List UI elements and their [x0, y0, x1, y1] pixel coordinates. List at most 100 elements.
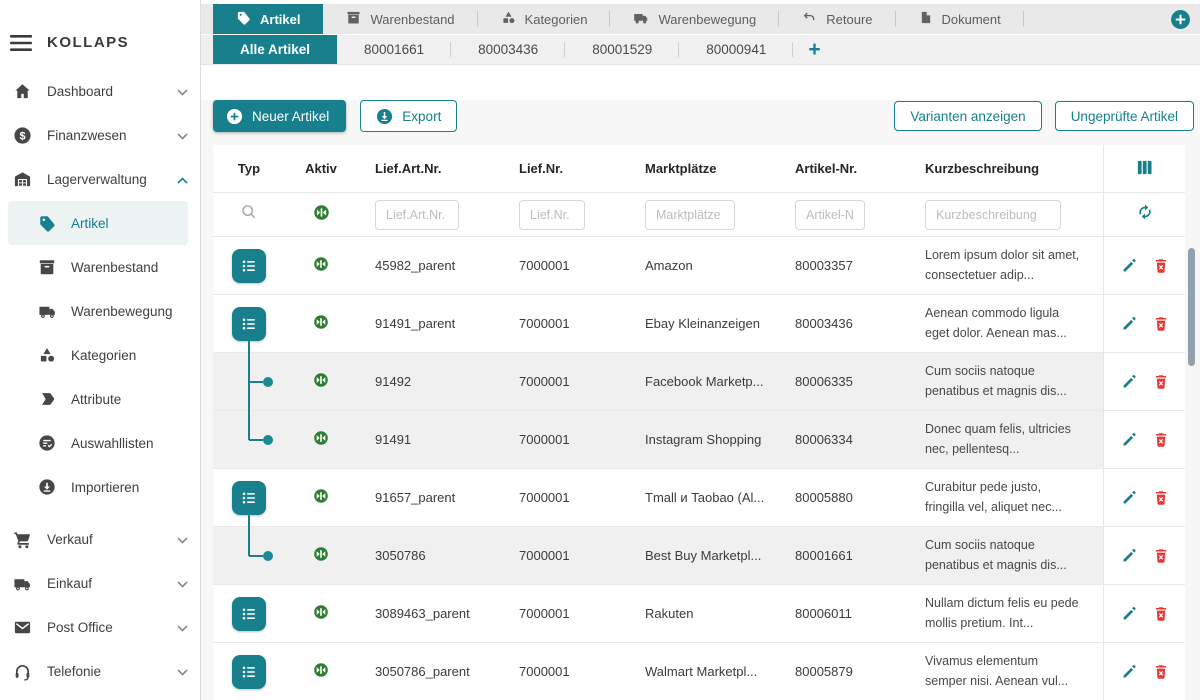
sidebar-item-dashboard[interactable]: Dashboard	[0, 69, 200, 113]
subtab-article[interactable]: 80000941	[679, 35, 793, 64]
table-row[interactable]: 3050786_parent 7000001 Walmart Marketpl.…	[213, 643, 1185, 700]
tag-icon	[36, 214, 58, 232]
column-header-kurzbeschreibung[interactable]: Kurzbeschreibung	[907, 145, 1103, 192]
cell-aktiv	[285, 353, 357, 410]
cell-kurzbeschreibung: Nullam dictum felis eu pede mollis preti…	[907, 585, 1103, 642]
cell-lief-nr: 7000001	[501, 237, 627, 294]
column-header-lief-nr[interactable]: Lief.Nr.	[501, 145, 627, 192]
tab-kategorien[interactable]: Kategorien	[478, 4, 611, 34]
sidebar-item-kategorien[interactable]: Kategorien	[0, 333, 200, 377]
delete-button[interactable]	[1153, 606, 1169, 622]
edit-button[interactable]	[1121, 605, 1138, 622]
column-header-lief-art-nr[interactable]: Lief.Art.Nr.	[357, 145, 501, 192]
subtab-article[interactable]: 80001529	[565, 35, 679, 64]
table-row[interactable]: 91492 7000001 Facebook Marketp... 800063…	[213, 353, 1185, 411]
delete-button[interactable]	[1153, 548, 1169, 564]
article-type-button[interactable]	[232, 481, 266, 515]
cell-artikel-nr: 80005880	[777, 469, 907, 526]
add-article-tab-button[interactable]: +	[793, 35, 835, 64]
sidebar-item-warenbewegung[interactable]: Warenbewegung	[0, 289, 200, 333]
edit-button[interactable]	[1121, 489, 1138, 506]
subtab-article[interactable]: 80003436	[451, 35, 565, 64]
add-module-tab-button[interactable]	[1170, 9, 1191, 30]
column-header-artikel-nr[interactable]: Artikel-Nr.	[777, 145, 907, 192]
column-header-aktiv[interactable]: Aktiv	[285, 145, 357, 192]
sidebar-item-telefonie[interactable]: Telefonie	[0, 649, 200, 693]
mail-icon	[10, 618, 34, 637]
filter-lief-nr-input[interactable]	[519, 200, 585, 230]
cell-typ	[213, 353, 285, 410]
article-type-button[interactable]	[232, 307, 266, 341]
table-row[interactable]: 91657_parent 7000001 Tmall и Taobao (Al.…	[213, 469, 1185, 527]
article-type-button[interactable]	[232, 655, 266, 689]
warehouse-icon	[10, 170, 34, 189]
sidebar-item-verkauf[interactable]: Verkauf	[0, 517, 200, 561]
cell-actions	[1103, 237, 1185, 294]
brand-name: KOLLAPS	[47, 34, 129, 51]
table-row[interactable]: 3050786 7000001 Best Buy Marketpl... 800…	[213, 527, 1185, 585]
menu-icon[interactable]	[10, 35, 32, 51]
tab-warenbestand[interactable]: Warenbestand	[323, 4, 477, 34]
cell-lief-nr: 7000001	[501, 353, 627, 410]
chevron-down-icon	[177, 576, 188, 591]
sidebar-item-attribute[interactable]: Attribute	[0, 377, 200, 421]
stock-box-icon	[36, 258, 58, 276]
table-row[interactable]: 3089463_parent 7000001 Rakuten 80006011 …	[213, 585, 1185, 643]
table-row[interactable]: 91491_parent 7000001 Ebay Kleinanzeigen …	[213, 295, 1185, 353]
unverified-articles-button[interactable]: Ungeprüfte Artikel	[1055, 101, 1194, 131]
new-article-button[interactable]: Neuer Artikel	[213, 100, 346, 132]
cell-typ	[213, 237, 285, 294]
filter-artikel-nr-input[interactable]	[795, 200, 865, 230]
delete-button[interactable]	[1153, 316, 1169, 332]
delete-button[interactable]	[1153, 258, 1169, 274]
refresh-button[interactable]	[1103, 193, 1185, 236]
edit-button[interactable]	[1121, 257, 1138, 274]
column-header-marktplaetze[interactable]: Marktplätze	[627, 145, 777, 192]
delete-button[interactable]	[1153, 374, 1169, 390]
filter-aktiv-toggle[interactable]	[285, 193, 357, 236]
sidebar-item-lagerverwaltung[interactable]: Lagerverwaltung	[0, 157, 200, 201]
filter-marktplaetze-input[interactable]	[645, 200, 735, 230]
filter-kurzbeschreibung-input[interactable]	[925, 200, 1061, 230]
sidebar-item-importieren[interactable]: Importieren	[0, 465, 200, 509]
table-row[interactable]: 91491 7000001 Instagram Shopping 8000633…	[213, 411, 1185, 469]
cell-actions	[1103, 353, 1185, 410]
show-variants-button[interactable]: Varianten anzeigen	[894, 101, 1041, 131]
cell-artikel-nr: 80003357	[777, 237, 907, 294]
cell-lief-nr: 7000001	[501, 527, 627, 584]
tab-artikel[interactable]: Artikel	[213, 4, 323, 34]
sidebar-item-finanzwesen[interactable]: $ Finanzwesen	[0, 113, 200, 157]
sidebar-item-auswahllisten[interactable]: Auswahllisten	[0, 421, 200, 465]
tab-warenbewegung[interactable]: Warenbewegung	[610, 4, 779, 34]
subtab-article[interactable]: 80001661	[337, 35, 451, 64]
edit-button[interactable]	[1121, 373, 1138, 390]
tab-retoure[interactable]: Retoure	[779, 4, 895, 34]
delete-button[interactable]	[1153, 432, 1169, 448]
cell-aktiv	[285, 469, 357, 526]
delete-button[interactable]	[1153, 490, 1169, 506]
export-button[interactable]: Export	[360, 100, 457, 132]
article-type-button[interactable]	[232, 249, 266, 283]
column-header-typ[interactable]: Typ	[213, 145, 285, 192]
filter-lief-art-nr-input[interactable]	[375, 200, 459, 230]
delete-button[interactable]	[1153, 664, 1169, 680]
table-row[interactable]: 45982_parent 7000001 Amazon 80003357 Lor…	[213, 237, 1185, 295]
subtab-alle-artikel[interactable]: Alle Artikel	[213, 35, 337, 64]
edit-button[interactable]	[1121, 315, 1138, 332]
sidebar-item-post-office[interactable]: Post Office	[0, 605, 200, 649]
tab-dokument[interactable]: Dokument	[896, 4, 1024, 34]
sidebar-item-warenbestand[interactable]: Warenbestand	[0, 245, 200, 289]
edit-button[interactable]	[1121, 431, 1138, 448]
sidebar-item-einkauf[interactable]: Einkauf	[0, 561, 200, 605]
column-settings-button[interactable]	[1103, 145, 1185, 192]
edit-button[interactable]	[1121, 663, 1138, 680]
filter-typ[interactable]	[213, 193, 285, 236]
cell-typ	[213, 527, 285, 584]
cell-kurzbeschreibung: Cum sociis natoque penatibus et magnis d…	[907, 353, 1103, 410]
article-type-button[interactable]	[232, 597, 266, 631]
cell-actions	[1103, 469, 1185, 526]
edit-button[interactable]	[1121, 547, 1138, 564]
sidebar-item-artikel[interactable]: Artikel	[8, 201, 188, 245]
vertical-scrollbar[interactable]	[1188, 248, 1195, 366]
content-area: Neuer Artikel Export Varianten anzeigen …	[201, 100, 1200, 700]
